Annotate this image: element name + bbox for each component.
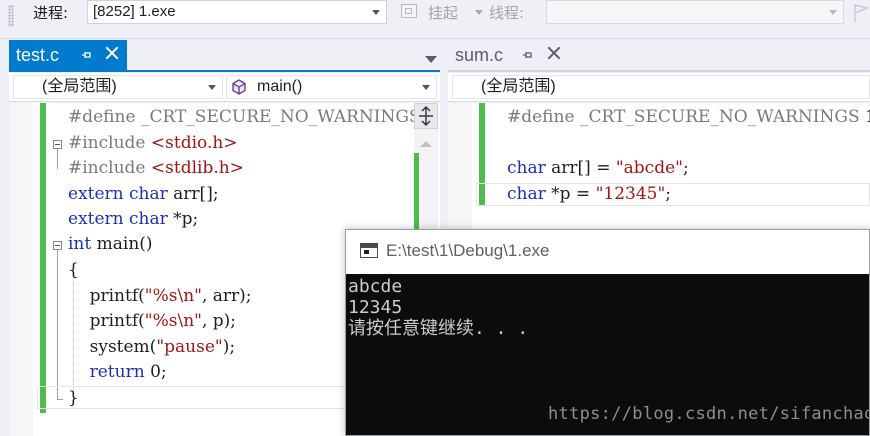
code-line-10: system("pause"); <box>68 337 236 357</box>
code-line-12: } <box>68 388 79 408</box>
watermark: https://blog.csdn.net/sifanchao <box>548 404 870 424</box>
navigation-bar: (全局范围) main() <box>9 73 440 102</box>
navigation-bar: (全局范围) <box>448 73 870 102</box>
code-line-2: #include <stdio.h> <box>68 133 238 153</box>
fold-toggle-icon[interactable] <box>53 140 62 149</box>
code-line-1: #define _CRT_SECURE_NO_WARNINGS 1 <box>68 107 437 127</box>
tab-list-dropdown-icon[interactable] <box>425 56 437 63</box>
code-line-4: extern char arr[]; <box>68 184 219 204</box>
scope-dropdown-value: (全局范围) <box>481 78 556 95</box>
console-line-2: 12345 <box>348 297 403 318</box>
process-dropdown[interactable]: [8252] 1.exe <box>87 0 387 24</box>
thread-label: 线程: <box>489 4 525 22</box>
scroll-up-icon[interactable] <box>420 141 432 147</box>
tab-strip-underline <box>448 70 870 72</box>
process-dropdown-value: [8252] 1.exe <box>93 3 176 20</box>
code-line-4: char *p = "12345"; <box>507 184 672 204</box>
member-dropdown-value: main() <box>257 78 303 95</box>
chevron-down-icon <box>372 10 380 15</box>
scope-dropdown[interactable]: (全局范围) <box>452 75 870 99</box>
console-line-3: 请按任意键继续. . . <box>348 318 529 339</box>
pin-icon[interactable] <box>522 49 532 61</box>
console-title: E:\test\1\Debug\1.exe <box>386 241 550 260</box>
tab-test-c[interactable]: test.c <box>9 40 127 70</box>
code-line-7: { <box>68 260 79 280</box>
suspend-label[interactable]: 挂起 <box>428 3 458 23</box>
change-tracking-bar <box>40 103 46 413</box>
fold-toggle-icon[interactable] <box>53 241 62 250</box>
chevron-down-icon <box>208 85 216 90</box>
process-label: 进程: <box>33 4 69 22</box>
console-line-1: abcde <box>348 276 403 297</box>
suspend-dropdown-icon[interactable] <box>475 10 483 15</box>
tab-sum-c[interactable]: sum.c <box>448 40 570 70</box>
close-icon[interactable] <box>547 46 561 60</box>
close-icon[interactable] <box>105 46 119 60</box>
debug-location-toolbar: 进程: [8252] 1.exe 挂起 线程: <box>0 0 870 39</box>
chevron-down-icon <box>829 10 837 15</box>
console-app-icon <box>360 243 378 258</box>
tab-strip-underline <box>9 70 440 72</box>
flag-icon[interactable] <box>852 2 870 24</box>
split-window-button[interactable] <box>414 103 438 129</box>
scope-dropdown[interactable]: (全局范围) <box>13 75 223 99</box>
scope-dropdown-value: (全局范围) <box>42 78 117 95</box>
suspend-icon[interactable] <box>401 4 417 18</box>
thread-dropdown[interactable] <box>546 0 844 24</box>
tab-sum-c-title: sum.c <box>455 45 504 65</box>
member-dropdown[interactable]: main() <box>226 75 437 99</box>
code-line-8: printf("%s\n", arr); <box>68 286 252 306</box>
toolbar-grip[interactable] <box>8 5 14 27</box>
method-cube-icon <box>232 79 246 95</box>
console-title-bar[interactable]: E:\test\1\Debug\1.exe <box>346 230 869 274</box>
code-line-3: #include <stdlib.h> <box>68 158 244 178</box>
code-line-3: char arr[] = "abcde"; <box>507 158 689 178</box>
split-icon <box>419 105 433 127</box>
code-line-6: int main() <box>68 234 153 254</box>
chevron-down-icon <box>422 85 430 90</box>
code-line-11: return 0; <box>89 362 167 382</box>
console-output: abcde 12345 请按任意键继续. . . <box>348 276 868 339</box>
code-line-1: #define _CRT_SECURE_NO_WARNINGS 1 <box>507 107 870 127</box>
code-line-9: printf("%s\n", p); <box>68 311 237 331</box>
editor-margin <box>9 103 33 436</box>
fold-line <box>57 149 58 169</box>
tab-test-c-title: test.c <box>16 45 60 65</box>
code-line-5: extern char *p; <box>68 209 199 229</box>
fold-line <box>57 250 58 400</box>
pin-icon[interactable] <box>81 49 91 61</box>
